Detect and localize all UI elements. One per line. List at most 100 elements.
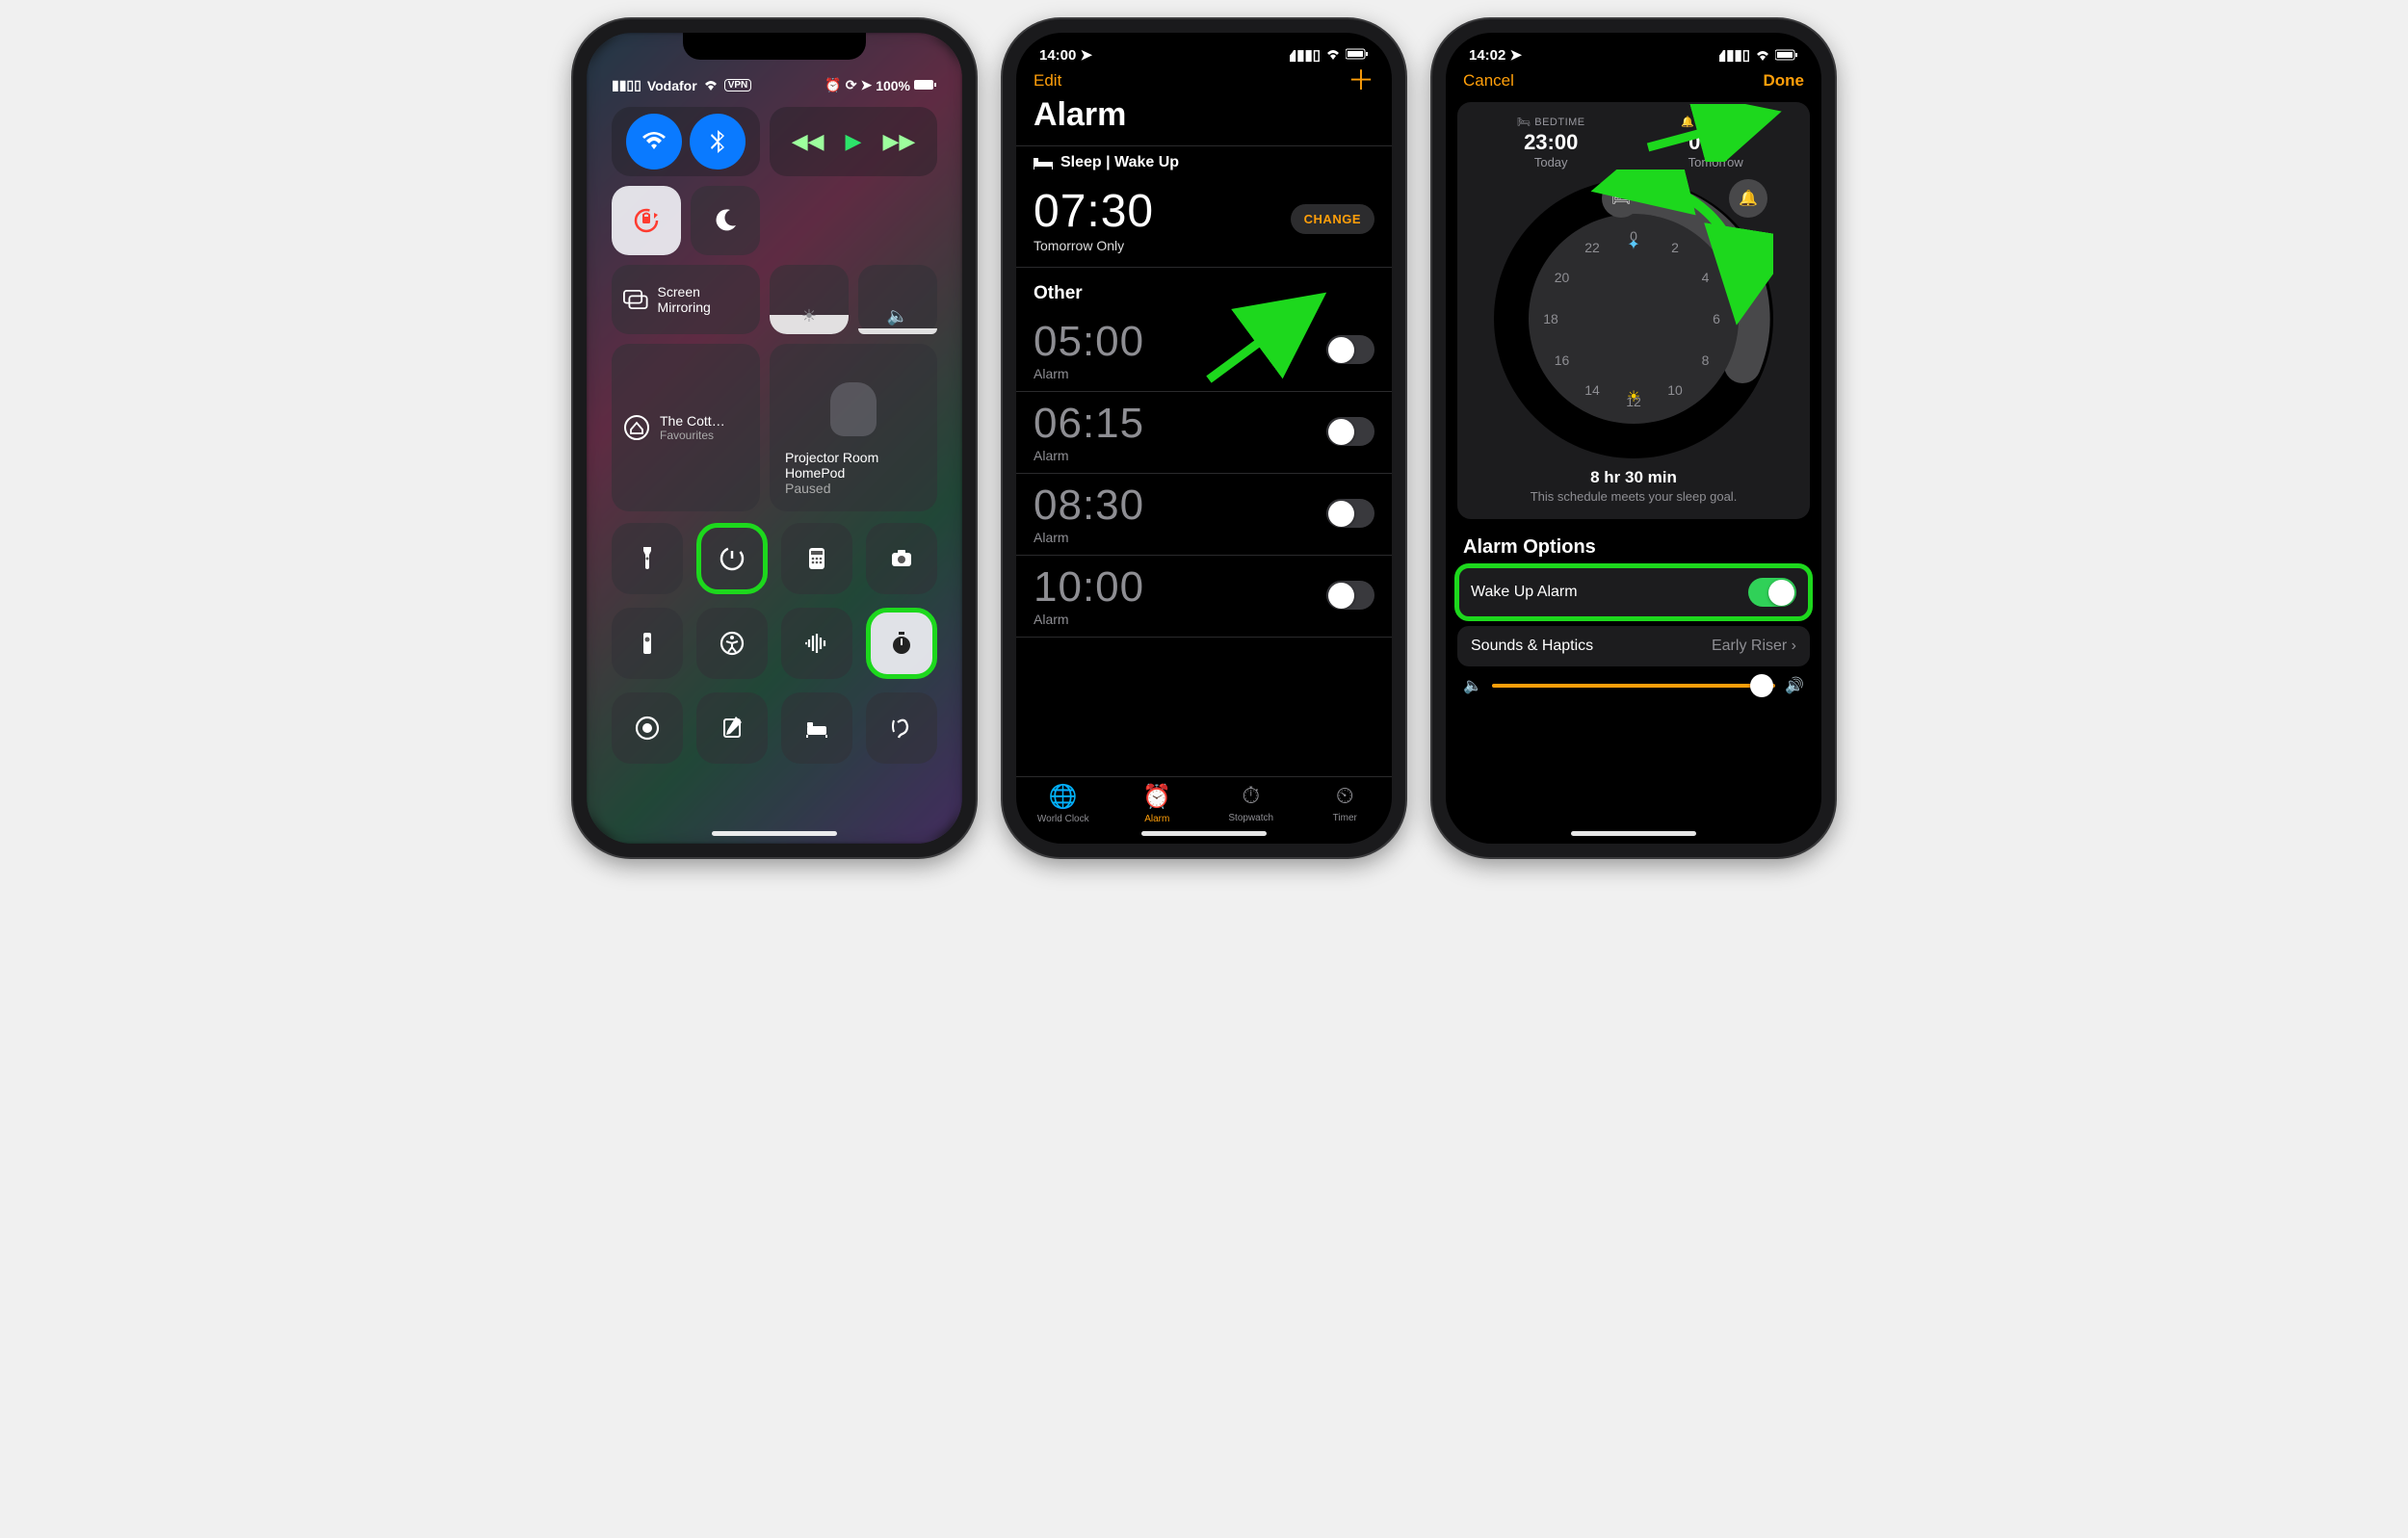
alarm-row[interactable]: 08:30 Alarm xyxy=(1016,474,1392,556)
dial-number: 4 xyxy=(1702,270,1710,285)
mirror-icon xyxy=(623,289,648,310)
wake-time: 07:30 xyxy=(1034,185,1154,238)
dial-number: 10 xyxy=(1667,382,1683,398)
wifi-toggle[interactable] xyxy=(626,114,682,169)
tab-alarm[interactable]: ⏰Alarm xyxy=(1111,783,1205,824)
bluetooth-toggle[interactable] xyxy=(690,114,746,169)
wake-up-alarm-switch[interactable] xyxy=(1748,578,1796,607)
globe-icon: 🌐 xyxy=(1049,783,1078,811)
connectivity-group[interactable] xyxy=(612,107,760,176)
tab-timer[interactable]: ⏲Timer xyxy=(1298,783,1393,824)
wifi-icon xyxy=(1325,47,1341,64)
camera-button[interactable] xyxy=(866,523,937,594)
edit-button[interactable]: Edit xyxy=(1034,71,1061,91)
alarm-row[interactable]: 06:15 Alarm xyxy=(1016,392,1392,474)
alarm-row[interactable]: 05:00 Alarm xyxy=(1016,310,1392,392)
cancel-button[interactable]: Cancel xyxy=(1463,71,1514,91)
done-button[interactable]: Done xyxy=(1764,71,1805,91)
location-icon: ➤ xyxy=(860,77,872,93)
orientation-lock-toggle[interactable] xyxy=(612,186,681,255)
alarm-switch[interactable] xyxy=(1326,581,1374,610)
tab-stopwatch[interactable]: ⏱Stopwatch xyxy=(1204,783,1298,824)
schedule-card: 🛏BEDTIME 23:00 Today 🔔WAKE UP 07:30 Tomo… xyxy=(1457,102,1810,519)
screen-mirroring-tile[interactable]: Screen Mirroring xyxy=(612,265,760,334)
bed-icon xyxy=(1034,156,1053,169)
sleep-button[interactable] xyxy=(781,692,852,764)
homepod-room: Projector Room xyxy=(785,450,878,465)
bell-icon: 🔔 xyxy=(1681,116,1694,128)
change-button[interactable]: CHANGE xyxy=(1291,204,1374,234)
bedtime-handle[interactable]: 🛏 xyxy=(1602,179,1640,218)
dial-number: 8 xyxy=(1702,352,1710,368)
phone-control-center: ▮▮▯▯ Vodafor VPN ⏰ ⟳ ➤ 100% xyxy=(573,19,976,857)
alarm-label: Alarm xyxy=(1034,612,1144,627)
homepod-device: HomePod xyxy=(785,465,845,481)
brightness-slider[interactable]: ☀ xyxy=(770,265,849,334)
goal-summary: 8 hr 30 min This schedule meets your sle… xyxy=(1469,468,1798,504)
alarm-label: Alarm xyxy=(1034,366,1144,381)
flashlight-button[interactable] xyxy=(612,523,683,594)
battery-icon xyxy=(914,78,937,93)
battery-pct: 100% xyxy=(876,78,910,93)
accessibility-button[interactable] xyxy=(696,608,768,679)
do-not-disturb-toggle[interactable] xyxy=(691,186,760,255)
remote-button[interactable] xyxy=(612,608,683,679)
voice-memo-button[interactable] xyxy=(781,608,852,679)
rewind-icon[interactable]: ◀◀ xyxy=(792,129,824,154)
bedtime-block: 🛏BEDTIME 23:00 Today xyxy=(1517,116,1585,169)
wake-sub: Tomorrow Only xyxy=(1034,238,1154,253)
alarm-switch[interactable] xyxy=(1326,335,1374,364)
vpn-badge: VPN xyxy=(724,79,752,91)
calculator-button[interactable] xyxy=(781,523,852,594)
forward-icon[interactable]: ▶▶ xyxy=(882,129,915,154)
volume-icon: 🔈 xyxy=(887,306,908,326)
other-section-header: Other xyxy=(1016,268,1392,310)
homepod-state: Paused xyxy=(785,481,830,496)
alarm-icon: ⏰ xyxy=(1142,783,1171,811)
alarm-label: Alarm xyxy=(1034,530,1144,545)
wakeup-handle[interactable]: 🔔 xyxy=(1729,179,1767,218)
dial-number: 14 xyxy=(1584,382,1600,398)
stopwatch-button[interactable] xyxy=(866,608,937,679)
dial-number: 6 xyxy=(1713,311,1720,326)
alarm-time: 05:00 xyxy=(1034,318,1144,366)
brightness-icon: ☀ xyxy=(801,306,817,326)
sounds-haptics-row[interactable]: Sounds & Haptics Early Riser › xyxy=(1457,626,1810,666)
wake-up-alarm-row[interactable]: Wake Up Alarm xyxy=(1457,566,1810,618)
phone-sleep-schedule: 14:02 ➤ ▮▮▮▯ Cancel Done 🛏BEDTIME 23:00 … xyxy=(1432,19,1835,857)
alarm-options-header: Alarm Options xyxy=(1446,525,1821,566)
homepod-icon xyxy=(830,382,877,436)
bed-icon: 🛏 xyxy=(1517,116,1531,128)
hearing-button[interactable] xyxy=(866,692,937,764)
dial-number: 12 xyxy=(1626,394,1641,409)
volume-low-icon: 🔈 xyxy=(1463,676,1482,695)
wakeup-block: 🔔WAKE UP 07:30 Tomorrow xyxy=(1681,116,1750,169)
chevron-right-icon: › xyxy=(1792,638,1796,654)
phone-alarm-list: 14:00 ➤ ▮▮▮▯ Edit ＋ Alarm Sleep | Wake U… xyxy=(1003,19,1405,857)
lock-icon: ⟳ xyxy=(846,77,857,93)
dial-number: 2 xyxy=(1671,240,1679,255)
media-controls[interactable]: ◀◀ ▶ ▶▶ xyxy=(770,107,937,176)
play-icon[interactable]: ▶ xyxy=(846,129,862,154)
volume-high-icon: 🔊 xyxy=(1785,676,1804,695)
homepod-tile[interactable]: Projector Room HomePod Paused xyxy=(770,344,937,511)
volume-row[interactable]: 🔈 🔊 xyxy=(1446,666,1821,695)
alarm-switch[interactable] xyxy=(1326,417,1374,446)
dial-number: 22 xyxy=(1584,240,1600,255)
home-sub: Favourites xyxy=(660,429,725,442)
tab-world-clock[interactable]: 🌐World Clock xyxy=(1016,783,1111,824)
add-alarm-button[interactable]: ＋ xyxy=(1348,71,1374,91)
sleep-section-header: Sleep | Wake Up xyxy=(1016,145,1392,177)
screen-record-button[interactable] xyxy=(612,692,683,764)
signal-icon: ▮▮▯▯ xyxy=(612,77,641,93)
alarm-switch[interactable] xyxy=(1326,499,1374,528)
stopwatch-icon: ⏱ xyxy=(1242,783,1260,810)
timer-button[interactable] xyxy=(696,523,768,594)
volume-slider[interactable]: 🔈 xyxy=(858,265,937,334)
sleep-dial[interactable]: ✦ ☀ 0246810121416182022 🛏 🔔 xyxy=(1494,179,1773,458)
wifi-icon xyxy=(703,78,719,93)
notes-button[interactable] xyxy=(696,692,768,764)
home-favourites-tile[interactable]: The Cott… Favourites xyxy=(612,344,760,511)
dial-number: 20 xyxy=(1555,270,1570,285)
alarm-row[interactable]: 10:00 Alarm xyxy=(1016,556,1392,638)
